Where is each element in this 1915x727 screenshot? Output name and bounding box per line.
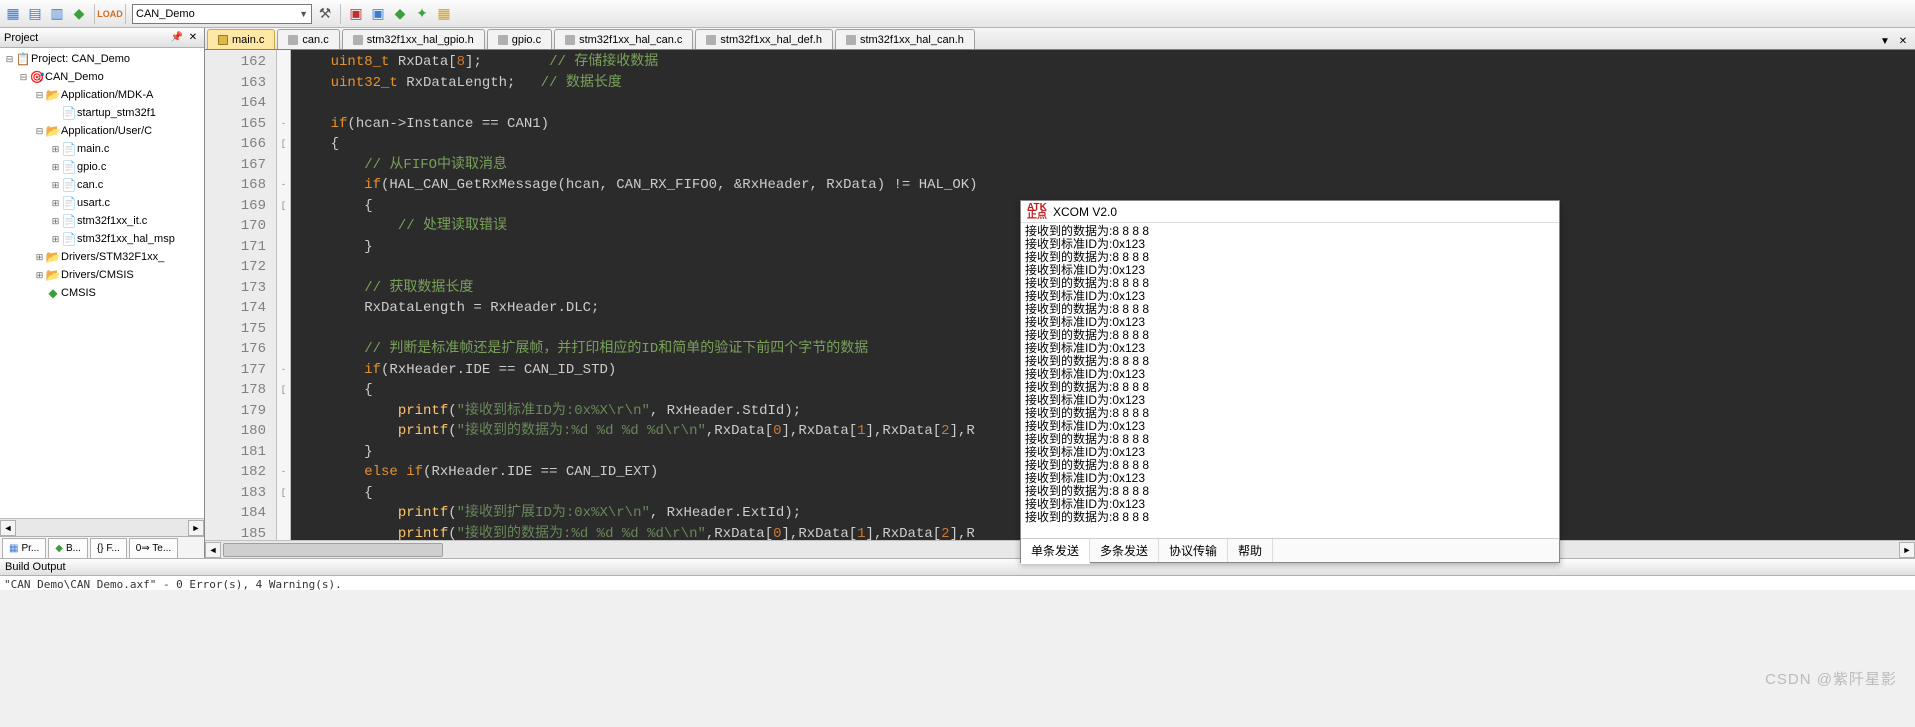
file-tab-label: main.c bbox=[232, 34, 264, 46]
file-tab[interactable]: stm32f1xx_hal_gpio.h bbox=[342, 29, 485, 49]
scroll-thumb[interactable] bbox=[223, 543, 443, 557]
tree-file[interactable]: stm32f1xx_it.c bbox=[77, 215, 147, 227]
file-icon bbox=[706, 35, 716, 45]
project-pane-title: Project bbox=[4, 32, 38, 44]
tree-file[interactable]: usart.c bbox=[77, 197, 110, 209]
main-toolbar: ▦ ▤ ▥ ◆ LOAD CAN_Demo ▼ ⚒ ▣ ▣ ◆ ✦ ▦ bbox=[0, 0, 1915, 28]
toolbar-icon-e[interactable]: ▦ bbox=[435, 5, 453, 23]
tab-dropdown-icon[interactable]: ▼ bbox=[1877, 33, 1893, 49]
xcom-output[interactable]: 接收到的数据为:8 8 8 8接收到标准ID为:0x123接收到的数据为:8 8… bbox=[1021, 223, 1559, 538]
file-tab[interactable]: stm32f1xx_hal_can.h bbox=[835, 29, 975, 49]
tree-folder-0[interactable]: Application/MDK-A bbox=[61, 89, 153, 101]
xcom-tab-multi[interactable]: 多条发送 bbox=[1090, 539, 1159, 562]
target-combo[interactable]: CAN_Demo ▼ bbox=[132, 4, 312, 24]
file-tab[interactable]: stm32f1xx_hal_def.h bbox=[695, 29, 833, 49]
tree-file[interactable]: gpio.c bbox=[77, 161, 106, 173]
bottom-tab-functions[interactable]: {} F... bbox=[90, 538, 127, 558]
xcom-line: 接收到的数据为:8 8 8 8 bbox=[1025, 511, 1555, 524]
project-pane-title-bar: Project 📌 ✕ bbox=[0, 28, 204, 48]
tab-close-icon[interactable]: ✕ bbox=[1895, 33, 1911, 49]
dropdown-icon: ▼ bbox=[299, 9, 308, 19]
xcom-tab-single[interactable]: 单条发送 bbox=[1021, 539, 1090, 564]
watermark: CSDN @紫阡星影 bbox=[1765, 668, 1897, 689]
project-pane: Project 📌 ✕ ⊟📋Project: CAN_Demo ⊟🎯CAN_De… bbox=[0, 28, 205, 558]
file-tab[interactable]: can.c bbox=[277, 29, 339, 49]
build-output-title: Build Output bbox=[0, 558, 1915, 576]
file-tab-label: stm32f1xx_hal_can.c bbox=[579, 34, 682, 46]
build-output-body[interactable]: "CAN_Demo\CAN_Demo.axf" - 0 Error(s), 4 … bbox=[0, 576, 1915, 590]
tree-target[interactable]: CAN_Demo bbox=[45, 71, 104, 83]
target-combo-value: CAN_Demo bbox=[136, 8, 195, 20]
file-tab-label: stm32f1xx_hal_def.h bbox=[720, 34, 822, 46]
project-tree[interactable]: ⊟📋Project: CAN_Demo ⊟🎯CAN_Demo ⊟📂Applica… bbox=[0, 48, 204, 518]
scroll-left-icon[interactable]: ◄ bbox=[0, 520, 16, 536]
xcom-logo-icon: ATK正点 bbox=[1027, 204, 1047, 220]
file-icon bbox=[498, 35, 508, 45]
file-tab-label: stm32f1xx_hal_can.h bbox=[860, 34, 964, 46]
file-tab-label: can.c bbox=[302, 34, 328, 46]
project-hscroll[interactable]: ◄ ► bbox=[0, 518, 204, 536]
file-tab-label: stm32f1xx_hal_gpio.h bbox=[367, 34, 474, 46]
scroll-right-icon[interactable]: ► bbox=[188, 520, 204, 536]
line-number-gutter: 1621631641651661671681691701711721731741… bbox=[205, 50, 277, 540]
tree-root[interactable]: Project: CAN_Demo bbox=[31, 53, 130, 65]
pane-close-icon[interactable]: ✕ bbox=[186, 31, 200, 45]
tree-cmsis[interactable]: CMSIS bbox=[61, 287, 96, 299]
file-icon bbox=[218, 35, 228, 45]
bottom-tab-templates[interactable]: 0⇒ Te... bbox=[129, 538, 178, 558]
tree-file[interactable]: main.c bbox=[77, 143, 109, 155]
tree-file[interactable]: can.c bbox=[77, 179, 103, 191]
toolbar-icon-3[interactable]: ▥ bbox=[48, 5, 66, 23]
file-tab[interactable]: gpio.c bbox=[487, 29, 552, 49]
file-icon bbox=[288, 35, 298, 45]
tree-file[interactable]: startup_stm32f1 bbox=[77, 107, 156, 119]
bottom-tab-books[interactable]: ◆B... bbox=[48, 538, 88, 558]
xcom-title-text: XCOM V2.0 bbox=[1053, 205, 1117, 219]
project-bottom-tabs: ▦Pr... ◆B... {} F... 0⇒ Te... bbox=[0, 536, 204, 558]
toolbar-load-icon[interactable]: LOAD bbox=[101, 5, 119, 23]
xcom-tab-help[interactable]: 帮助 bbox=[1228, 539, 1273, 562]
tree-folder-1[interactable]: Application/User/C bbox=[61, 125, 152, 137]
scroll-left-icon[interactable]: ◄ bbox=[205, 542, 221, 558]
file-tab-label: gpio.c bbox=[512, 34, 541, 46]
tree-folder-3[interactable]: Drivers/CMSIS bbox=[61, 269, 134, 281]
xcom-tab-protocol[interactable]: 协议传输 bbox=[1159, 539, 1228, 562]
toolbar-icon-2[interactable]: ▤ bbox=[26, 5, 44, 23]
scroll-right-icon[interactable]: ► bbox=[1899, 542, 1915, 558]
toolbar-icon-4[interactable]: ◆ bbox=[70, 5, 88, 23]
pane-pin-icon[interactable]: 📌 bbox=[170, 31, 184, 45]
fold-column[interactable]: -[-[-[-[ bbox=[277, 50, 291, 540]
xcom-tabs: 单条发送 多条发送 协议传输 帮助 bbox=[1021, 538, 1559, 562]
toolbar-magic-icon[interactable]: ⚒ bbox=[316, 5, 334, 23]
toolbar-icon-b[interactable]: ▣ bbox=[369, 5, 387, 23]
file-tab[interactable]: main.c bbox=[207, 29, 275, 49]
toolbar-icon-c[interactable]: ◆ bbox=[391, 5, 409, 23]
tree-file[interactable]: stm32f1xx_hal_msp bbox=[77, 233, 175, 245]
file-icon bbox=[565, 35, 575, 45]
file-icon bbox=[846, 35, 856, 45]
file-icon bbox=[353, 35, 363, 45]
xcom-title-bar[interactable]: ATK正点 XCOM V2.0 bbox=[1021, 201, 1559, 223]
file-tab-strip: main.c can.c stm32f1xx_hal_gpio.h gpio.c stm… bbox=[205, 28, 1915, 50]
file-tab[interactable]: stm32f1xx_hal_can.c bbox=[554, 29, 693, 49]
toolbar-icon-d[interactable]: ✦ bbox=[413, 5, 431, 23]
toolbar-icon-1[interactable]: ▦ bbox=[4, 5, 22, 23]
toolbar-icon-a[interactable]: ▣ bbox=[347, 5, 365, 23]
bottom-tab-project[interactable]: ▦Pr... bbox=[2, 538, 46, 558]
tree-folder-2[interactable]: Drivers/STM32F1xx_ bbox=[61, 251, 164, 263]
xcom-window[interactable]: ATK正点 XCOM V2.0 接收到的数据为:8 8 8 8接收到标准ID为:… bbox=[1020, 200, 1560, 563]
